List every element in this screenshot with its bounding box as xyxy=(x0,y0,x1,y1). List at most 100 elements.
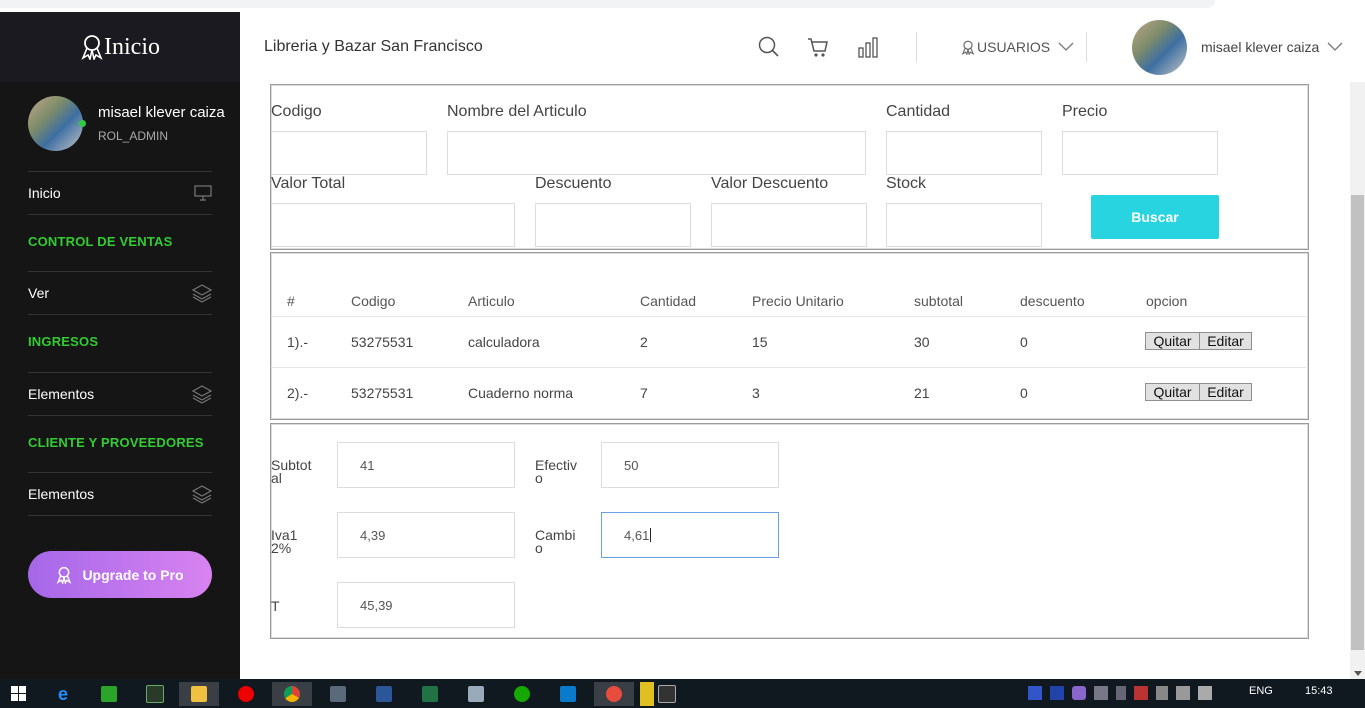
cell-precio: 3 xyxy=(752,385,760,401)
taskbar-app-nox[interactable] xyxy=(135,682,175,706)
quitar-button[interactable]: Quitar xyxy=(1145,332,1200,350)
network-icon xyxy=(1094,686,1108,700)
sidebar-item-label: Inicio xyxy=(28,185,61,201)
iva-field[interactable]: 4,39 xyxy=(337,512,515,558)
sidebar-item-inicio[interactable]: Inicio xyxy=(28,172,212,215)
taskbar-app-vscode[interactable] xyxy=(548,682,588,706)
text-cursor xyxy=(650,528,651,542)
windows-taskbar: e ENG 15:43 xyxy=(0,679,1365,708)
avatar[interactable] xyxy=(1132,20,1187,75)
avatar[interactable] xyxy=(28,96,83,151)
buscar-button[interactable]: Buscar xyxy=(1091,195,1219,239)
taskbar-app-ie[interactable]: e xyxy=(43,682,83,706)
items-table-panel: # Codigo Articulo Cantidad Precio Unitar… xyxy=(270,252,1309,420)
layers-icon xyxy=(192,385,212,404)
taskbar-app-video[interactable] xyxy=(654,682,680,706)
sidebar-item-label: Ver xyxy=(28,285,50,301)
language-indicator[interactable]: ENG xyxy=(1249,685,1273,697)
quitar-button[interactable]: Quitar xyxy=(1145,383,1200,401)
cell-num: 1).- xyxy=(287,334,308,350)
totals-panel: Subtotal 41 Efectivo 50 Iva12% 4,39 Camb… xyxy=(270,423,1309,639)
tray-icons[interactable] xyxy=(1028,686,1212,700)
taskbar-app-media[interactable] xyxy=(640,682,654,706)
taskbar-app-opera[interactable] xyxy=(226,682,266,706)
cell-subtotal: 30 xyxy=(914,334,930,350)
table-header-articulo: Articulo xyxy=(468,293,515,309)
taskbar-app-explorer[interactable] xyxy=(179,682,219,706)
descuento-input[interactable] xyxy=(535,203,691,247)
cart-icon[interactable] xyxy=(807,36,829,58)
cell-num: 2).- xyxy=(287,385,308,401)
subtotal-field[interactable]: 41 xyxy=(337,442,515,488)
valor-total-input[interactable] xyxy=(271,203,515,247)
stock-input[interactable] xyxy=(886,203,1042,247)
sidebar-item-elementos-clientes[interactable]: Elementos xyxy=(28,473,212,516)
cell-cantidad: 7 xyxy=(640,385,648,401)
cell-descuento: 0 xyxy=(1020,334,1028,350)
article-form-panel: Codigo Nombre del Articulo Cantidad Prec… xyxy=(270,84,1309,250)
user-menu[interactable]: misael klever caiza xyxy=(1201,39,1343,55)
taskbar-app-chrome[interactable] xyxy=(272,682,312,706)
sidebar-item-ver[interactable]: Ver xyxy=(28,272,212,315)
video-icon xyxy=(658,685,676,703)
taskbar-app-snip[interactable] xyxy=(594,682,634,706)
volume-icon xyxy=(1198,686,1212,700)
sidebar-user-name: misael klever caiza xyxy=(98,104,225,121)
sidebar: Inicio misael klever caiza ROL_ADMIN Ini… xyxy=(0,12,240,679)
scroll-down-arrow[interactable] xyxy=(1354,671,1362,676)
upwork-icon xyxy=(514,686,530,702)
table-header-cantidad: Cantidad xyxy=(640,293,697,309)
layers-icon xyxy=(192,284,212,303)
cell-articulo: calculadora xyxy=(468,334,540,350)
precio-input[interactable] xyxy=(1062,131,1218,175)
taskbar-app-calculator[interactable] xyxy=(318,682,358,706)
editar-button[interactable]: Editar xyxy=(1199,332,1252,350)
efectivo-label: Efectivo xyxy=(535,457,578,486)
excel-icon xyxy=(422,686,438,702)
cell-articulo: Cuaderno norma xyxy=(468,385,574,401)
table-header-opcion: opcion xyxy=(1146,293,1188,309)
usuarios-dropdown[interactable]: USUARIOS xyxy=(961,39,1074,55)
bar-chart-icon[interactable] xyxy=(857,36,879,58)
snip-icon xyxy=(606,686,622,702)
nombre-input[interactable] xyxy=(447,131,866,175)
efectivo-field[interactable]: 50 xyxy=(601,442,779,488)
upgrade-label: Upgrade to Pro xyxy=(82,566,184,583)
main-content: Codigo Nombre del Articulo Cantidad Prec… xyxy=(240,82,1350,679)
total-field[interactable]: 45,39 xyxy=(337,582,515,628)
usuarios-label: USUARIOS xyxy=(977,39,1051,55)
cantidad-input[interactable] xyxy=(886,131,1042,175)
table-header-num: # xyxy=(287,293,295,309)
user-award-icon xyxy=(57,566,72,584)
search-icon[interactable] xyxy=(758,36,780,58)
word-icon xyxy=(376,686,392,702)
taskbar-app-excel[interactable] xyxy=(410,682,450,706)
codigo-input[interactable] xyxy=(271,131,427,175)
table-header-precio: Precio Unitario xyxy=(752,293,844,309)
navbar-divider xyxy=(916,32,917,62)
table-header-subtotal: subtotal xyxy=(914,293,964,309)
taskbar-app-notepad[interactable] xyxy=(456,682,496,706)
windows-start-icon[interactable] xyxy=(11,686,26,701)
taskbar-app-upwork[interactable] xyxy=(502,682,542,706)
sidebar-user-role: ROL_ADMIN xyxy=(98,129,169,143)
taskbar-app-word[interactable] xyxy=(364,682,404,706)
scrollbar-thumb[interactable] xyxy=(1351,195,1364,650)
wifi-icon xyxy=(1176,686,1190,700)
section-header-ingresos: INGRESOS xyxy=(28,334,99,349)
editar-button[interactable]: Editar xyxy=(1199,383,1252,401)
sidebar-brand[interactable]: Inicio xyxy=(0,12,240,82)
cambio-field[interactable]: 4,61 xyxy=(601,512,779,558)
descuento-label: Descuento xyxy=(535,175,612,192)
upgrade-button[interactable]: Upgrade to Pro xyxy=(28,551,212,598)
chrome-icon xyxy=(284,686,300,702)
valor-total-label: Valor Total xyxy=(271,175,346,192)
clock[interactable]: 15:43 xyxy=(1305,685,1333,697)
taskbar-app-store[interactable] xyxy=(89,682,129,706)
sidebar-item-elementos-ingresos[interactable]: Elementos xyxy=(28,373,212,416)
valor-descuento-input[interactable] xyxy=(711,203,867,247)
row-separator xyxy=(271,367,1306,368)
vscode-icon xyxy=(560,686,576,702)
section-header-clientes: CLIENTE Y PROVEEDORES xyxy=(28,435,204,450)
page-scrollbar[interactable] xyxy=(1350,82,1365,679)
